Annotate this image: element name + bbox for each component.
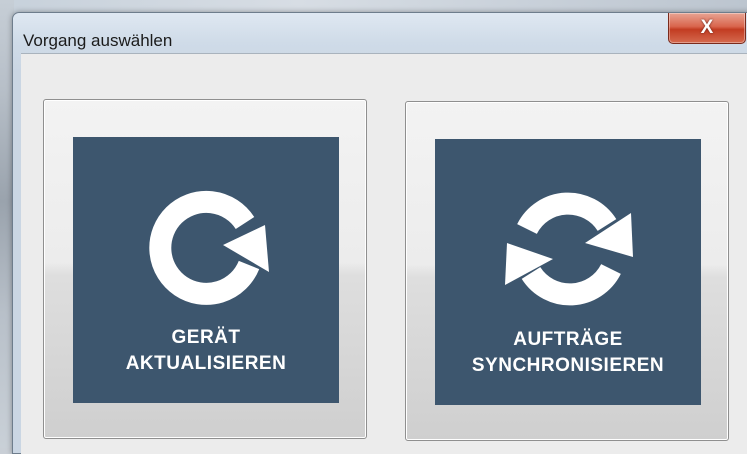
sync-orders-label: AUFTRÄGE SYNCHRONISIEREN	[435, 327, 701, 379]
update-device-label-line1: GERÄT	[171, 327, 241, 348]
close-button[interactable]: X	[668, 13, 746, 44]
dialog-content: GERÄT AKTUALISIEREN AUFTRÄGE SYNCHRONISI…	[21, 53, 747, 454]
update-device-label: GERÄT AKTUALISIEREN	[73, 325, 339, 377]
close-icon: X	[700, 17, 714, 38]
sync-orders-label-line2: SYNCHRONISIEREN	[471, 355, 665, 376]
update-device-button[interactable]: GERÄT AKTUALISIEREN	[43, 99, 367, 439]
sync-orders-panel: AUFTRÄGE SYNCHRONISIEREN	[435, 139, 701, 405]
window-title: Vorgang auswählen	[23, 31, 173, 50]
sync-orders-label-line1: AUFTRÄGE	[513, 329, 623, 350]
update-device-panel: GERÄT AKTUALISIEREN	[73, 137, 339, 403]
update-device-label-line2: AKTUALISIEREN	[125, 353, 287, 374]
sync-orders-button[interactable]: AUFTRÄGE SYNCHRONISIEREN	[405, 101, 729, 441]
dialog-window: Vorgang auswählen X GERÄT AKTUALISIEREN	[12, 12, 747, 454]
